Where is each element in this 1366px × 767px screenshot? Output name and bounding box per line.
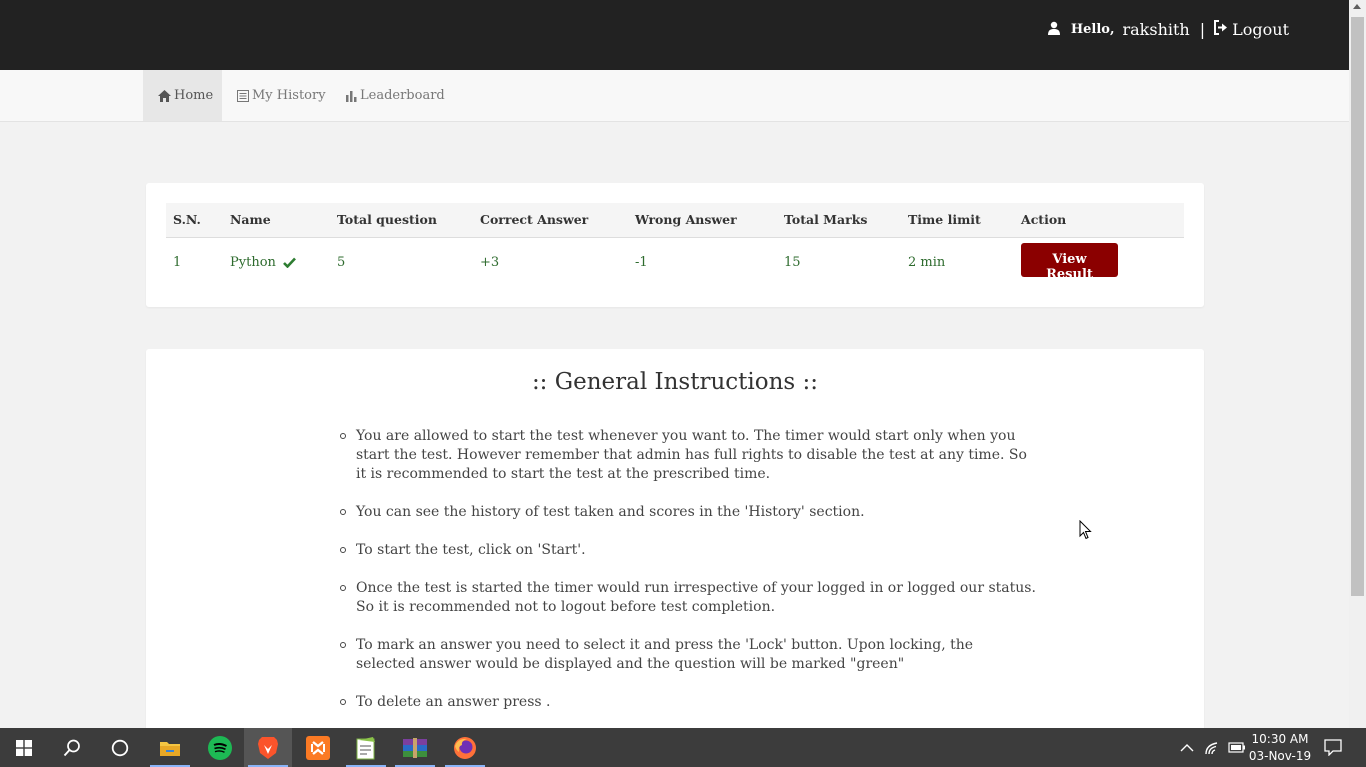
- view-result-button[interactable]: View Result: [1021, 242, 1118, 282]
- logout-icon: [1213, 20, 1229, 39]
- nav-label-home: Home: [174, 88, 214, 103]
- list-item: You can see the history of test taken an…: [340, 503, 1036, 522]
- scrollbar-thumb[interactable]: [1351, 17, 1364, 596]
- bar-chart-icon: [346, 90, 357, 102]
- clock-time: 10:30 AM: [1251, 732, 1309, 746]
- nav-item-leaderboard[interactable]: Leaderboard: [331, 70, 460, 121]
- nav-label-leaderboard: Leaderboard: [360, 88, 445, 103]
- column-header: Action: [1014, 203, 1184, 238]
- spotify-icon[interactable]: [196, 728, 244, 767]
- mouse-cursor-icon: [1079, 519, 1092, 544]
- user-icon: [1047, 20, 1061, 39]
- cell-action: View Result: [1014, 237, 1184, 287]
- nav-item-my-history[interactable]: My History: [222, 70, 341, 121]
- top-header: Hello, rakshith | Logout: [0, 0, 1349, 70]
- column-header: S.N.: [166, 203, 223, 238]
- scroll-up-arrow-icon[interactable]: [1353, 4, 1361, 9]
- cortana-icon[interactable]: [96, 728, 144, 767]
- nav-bar: Home My History Leaderboard: [0, 70, 1349, 122]
- taskbar-clock[interactable]: 10:30 AM 03-Nov-19: [1248, 731, 1312, 765]
- firefox-icon[interactable]: [441, 728, 489, 767]
- file-explorer-icon[interactable]: [146, 728, 194, 767]
- page-scrollbar[interactable]: [1349, 0, 1366, 728]
- nav-item-home[interactable]: Home: [143, 70, 222, 121]
- column-header: Correct Answer: [473, 203, 628, 238]
- table-row: 1 Python 5 +3 -1 15 2 min View Result: [166, 237, 1184, 287]
- list-icon: [237, 89, 249, 102]
- checkmark-icon: [283, 257, 296, 268]
- home-icon: [158, 89, 171, 102]
- instructions-list: You are allowed to start the test whenev…: [340, 427, 1036, 731]
- quiz-table-panel: S.N. Name Total question Correct Answer …: [146, 183, 1204, 307]
- notifications-icon[interactable]: [1324, 728, 1342, 767]
- list-item: To delete an answer press .: [340, 693, 1036, 712]
- search-icon[interactable]: [48, 728, 96, 767]
- logout-label: Logout: [1232, 20, 1289, 39]
- list-item: Once the test is started the timer would…: [340, 580, 1036, 615]
- cell-total-marks: 15: [784, 254, 801, 270]
- list-item: To mark an answer you need to select it …: [340, 636, 1036, 674]
- logout-link[interactable]: Logout: [1213, 20, 1289, 39]
- cell-total-question: 5: [337, 254, 346, 270]
- username-text: rakshith: [1122, 20, 1190, 39]
- column-header: Total question: [330, 203, 473, 238]
- column-header: Name: [223, 203, 330, 238]
- instructions-panel: :: General Instructions :: You are allow…: [146, 349, 1204, 749]
- quiz-table: S.N. Name Total question Correct Answer …: [166, 203, 1184, 287]
- list-item: You are allowed to start the test whenev…: [340, 427, 1036, 484]
- battery-icon[interactable]: [1228, 728, 1246, 767]
- table-header-row: S.N. Name Total question Correct Answer …: [166, 203, 1184, 238]
- start-icon[interactable]: [0, 728, 48, 767]
- cell-name: Python: [223, 237, 330, 287]
- cell-wrong-answer: -1: [635, 254, 648, 270]
- clock-date: 03-Nov-19: [1248, 749, 1312, 763]
- column-header: Total Marks: [777, 203, 901, 238]
- user-area: Hello, rakshith | Logout: [1047, 20, 1289, 39]
- instructions-title: :: General Instructions ::: [531, 369, 819, 395]
- nav-label-my-history: My History: [252, 88, 326, 103]
- list-item: To start the test, click on 'Start'.: [340, 541, 1036, 560]
- cell-sn: 1: [173, 254, 182, 270]
- column-header: Wrong Answer: [628, 203, 777, 238]
- cell-correct-answer: +3: [480, 254, 500, 270]
- cell-time-limit: 2 min: [908, 254, 946, 270]
- greeting-text: Hello,: [1070, 22, 1115, 37]
- xampp-icon[interactable]: [294, 728, 342, 767]
- winrar-icon[interactable]: [391, 728, 439, 767]
- wifi-icon[interactable]: [1205, 728, 1221, 767]
- show-hidden-icons-chevron-icon[interactable]: [1180, 728, 1194, 767]
- notepad-plus-icon[interactable]: [342, 728, 390, 767]
- column-header: Time limit: [901, 203, 1014, 238]
- quiz-name: Python: [230, 254, 276, 270]
- separator: |: [1199, 20, 1206, 39]
- brave-icon[interactable]: [244, 728, 292, 767]
- windows-taskbar: 10:30 AM 03-Nov-19: [0, 728, 1366, 767]
